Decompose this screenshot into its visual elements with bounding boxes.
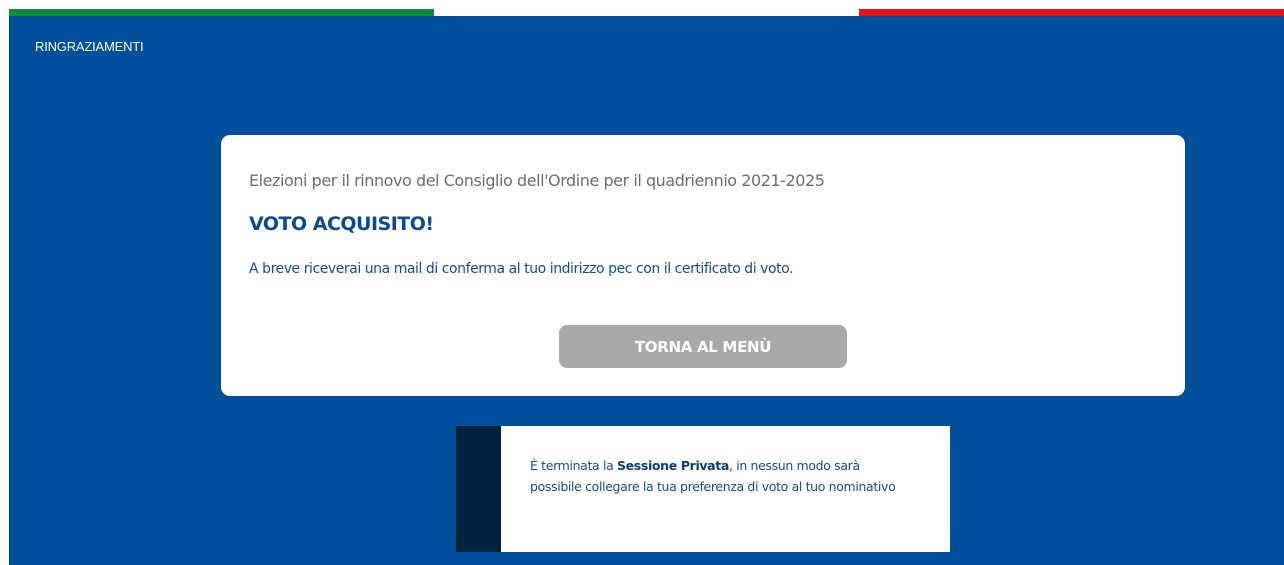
flag-green-stripe bbox=[9, 9, 434, 16]
flag-red-stripe bbox=[859, 9, 1284, 16]
notice-accent-bar bbox=[456, 426, 501, 552]
notice-text-before: È terminata la bbox=[530, 458, 618, 473]
notice-text-bold: Sessione Privata bbox=[617, 458, 729, 473]
confirmation-message: A breve riceverai una mail di conferma a… bbox=[249, 261, 794, 277]
page: RINGRAZIAMENTI Elezioni per il rinnovo d… bbox=[0, 0, 1284, 565]
vote-acquired-heading: VOTO ACQUISITO! bbox=[249, 213, 434, 235]
flag-white-stripe bbox=[434, 9, 859, 16]
privacy-notice: È terminata la Sessione Privata, in ness… bbox=[456, 426, 950, 552]
confirmation-card: Elezioni per il rinnovo del Consiglio de… bbox=[221, 135, 1185, 396]
main-area: RINGRAZIAMENTI Elezioni per il rinnovo d… bbox=[9, 16, 1284, 565]
section-title: RINGRAZIAMENTI bbox=[35, 39, 144, 54]
back-to-menu-button[interactable]: TORNA AL MENÙ bbox=[559, 325, 847, 368]
notice-text: È terminata la Sessione Privata, in ness… bbox=[530, 456, 910, 497]
election-title: Elezioni per il rinnovo del Consiglio de… bbox=[249, 171, 825, 190]
italian-flag-bar bbox=[9, 9, 1284, 16]
